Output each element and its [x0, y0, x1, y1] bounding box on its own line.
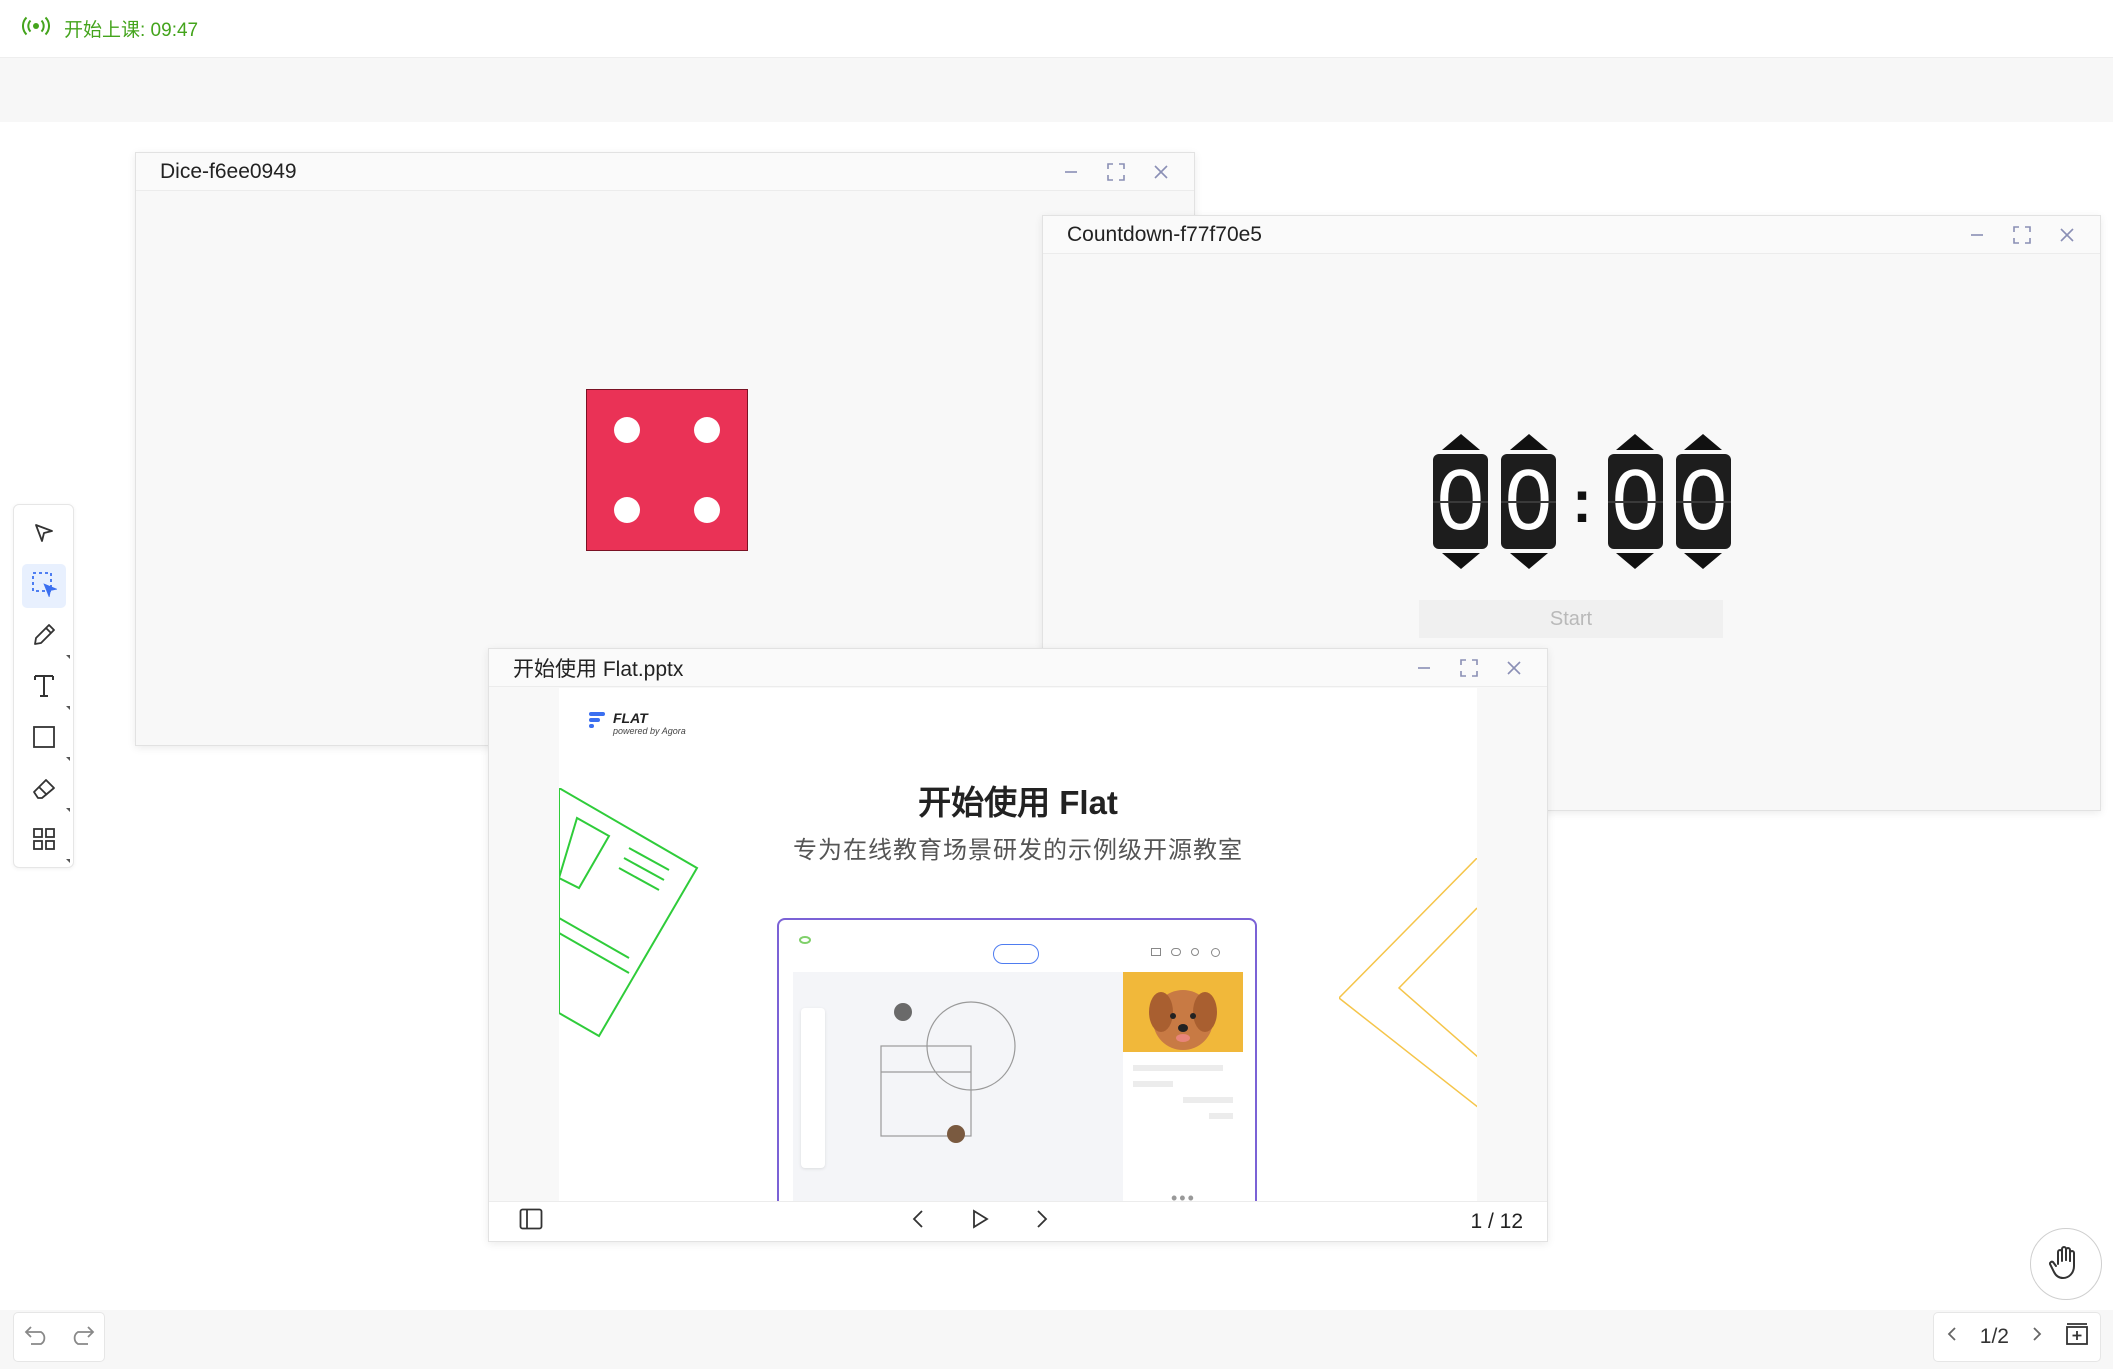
decrement-arrow-icon[interactable] — [1509, 553, 1548, 569]
text-icon — [32, 673, 56, 704]
undo-icon[interactable] — [23, 1324, 51, 1351]
countdown-digit: 0 — [1607, 454, 1663, 549]
window-title: Countdown-f77f70e5 — [1067, 222, 1262, 246]
preview-gear-icon — [1211, 948, 1220, 957]
preview-video-tile — [1123, 972, 1243, 1052]
broadcast-icon — [22, 16, 50, 42]
dog-photo — [1149, 990, 1217, 1050]
dice-pip — [614, 497, 640, 523]
countdown-window-titlebar[interactable]: Countdown-f77f70e5 — [1043, 216, 2100, 254]
preview-user-icon — [1191, 948, 1199, 956]
preview-board — [793, 972, 1123, 1207]
bottom-bar — [0, 1310, 2113, 1369]
text-tool[interactable] — [22, 666, 70, 710]
class-status: 开始上课: 09:47 — [22, 15, 198, 42]
countdown-separator: : — [1572, 468, 1592, 535]
countdown-digit: 0 — [1675, 454, 1731, 549]
preview-chat-lines — [1133, 1065, 1233, 1119]
countdown-display: 0 0 : 0 0 — [1433, 434, 1731, 569]
next-slide-icon[interactable] — [1031, 1208, 1051, 1235]
pointer-icon — [32, 521, 56, 550]
apps-tool[interactable] — [22, 819, 70, 863]
undo-redo-group — [13, 1312, 105, 1362]
increment-arrow-icon[interactable] — [1441, 434, 1480, 450]
dice-pip — [614, 417, 640, 443]
preview-pen-icon — [993, 944, 1039, 964]
app-preview: ••• — [777, 918, 1257, 1207]
raise-hand-icon — [2046, 1242, 2086, 1287]
digit-column: 0 — [1675, 434, 1731, 569]
decrement-arrow-icon[interactable] — [1616, 553, 1655, 569]
dice-pip — [694, 497, 720, 523]
eraser-tool[interactable] — [22, 768, 70, 812]
pencil-tool[interactable] — [22, 615, 70, 659]
slide-page-total: / 12 — [1487, 1209, 1523, 1233]
apps-grid-icon — [32, 827, 56, 856]
redo-icon[interactable] — [68, 1324, 96, 1351]
page-pager: 1/2 — [1933, 1312, 2101, 1362]
preview-shapes — [880, 1001, 1016, 1143]
increment-arrow-icon[interactable] — [1509, 434, 1548, 450]
slide-page-indicator: 1 / 12 — [1470, 1210, 1523, 1234]
prev-page-icon[interactable] — [1945, 1325, 1959, 1349]
increment-arrow-icon[interactable] — [1616, 434, 1655, 450]
slides-footer: 1 / 12 — [489, 1201, 1547, 1241]
brand-subtitle: powered by Agora — [613, 726, 686, 736]
close-icon[interactable] — [2058, 226, 2076, 244]
pointer-tool[interactable] — [22, 513, 66, 557]
preview-broadcast-icon — [799, 936, 811, 944]
prev-slide-icon[interactable] — [909, 1208, 929, 1235]
dice-face[interactable] — [586, 389, 748, 551]
eraser-icon — [31, 776, 57, 805]
maximize-icon[interactable] — [1106, 162, 1126, 182]
preview-camera-icon — [1151, 948, 1161, 956]
window-title: 开始使用 Flat.pptx — [513, 657, 684, 681]
digit-column: 0 — [1501, 434, 1556, 569]
preview-topbar — [779, 920, 1255, 970]
flat-logo-icon — [589, 712, 605, 728]
play-icon[interactable] — [969, 1208, 991, 1235]
rectangle-tool[interactable] — [22, 717, 70, 761]
page-indicator: 1/2 — [1979, 1325, 2009, 1348]
maximize-icon[interactable] — [1459, 658, 1479, 678]
dice-window-titlebar[interactable]: Dice-f6ee0949 — [136, 153, 1194, 191]
raise-hand-button[interactable] — [2030, 1228, 2102, 1300]
countdown-digit: 0 — [1501, 454, 1556, 549]
slides-window-titlebar[interactable]: 开始使用 Flat.pptx — [489, 649, 1547, 687]
orange-decoration — [1339, 858, 1477, 1108]
add-page-icon[interactable] — [2065, 1322, 2089, 1352]
class-timer-label: 开始上课: 09:47 — [64, 20, 199, 41]
secondary-bar — [0, 58, 2113, 122]
maximize-icon[interactable] — [2012, 225, 2032, 245]
digit-column: 0 — [1607, 434, 1663, 569]
close-icon[interactable] — [1152, 163, 1170, 181]
preview-cloud-icon — [1171, 948, 1181, 956]
top-bar: 开始上课: 09:47 — [0, 0, 2113, 58]
selector-icon — [31, 571, 58, 602]
dice-pip — [694, 417, 720, 443]
whiteboard-toolbar — [13, 504, 74, 868]
minimize-icon[interactable] — [1062, 163, 1080, 181]
minimize-icon[interactable] — [1415, 659, 1433, 677]
digit-column: 0 — [1433, 434, 1488, 569]
close-icon[interactable] — [1505, 659, 1523, 677]
rectangle-icon — [32, 725, 56, 754]
decrement-arrow-icon[interactable] — [1441, 553, 1480, 569]
countdown-digit: 0 — [1433, 454, 1488, 549]
sidebar-toggle-icon[interactable] — [519, 1208, 543, 1235]
increment-arrow-icon[interactable] — [1684, 434, 1723, 450]
flat-logo: FLAT powered by Agora — [587, 710, 686, 736]
minimize-icon[interactable] — [1968, 226, 1986, 244]
pencil-icon — [31, 622, 57, 653]
brand-name: FLAT — [613, 710, 648, 726]
next-page-icon[interactable] — [2030, 1325, 2044, 1349]
slides-window[interactable]: 开始使用 Flat.pptx FLAT powered by Agora 开始使… — [488, 648, 1548, 1242]
start-button[interactable]: Start — [1419, 600, 1723, 638]
window-title: Dice-f6ee0949 — [160, 159, 297, 183]
selector-tool[interactable] — [21, 564, 66, 608]
green-decoration — [559, 788, 699, 1038]
decrement-arrow-icon[interactable] — [1684, 553, 1723, 569]
slide-page-current[interactable]: 1 — [1470, 1210, 1482, 1233]
slide-canvas: FLAT powered by Agora 开始使用 Flat 专为在线教育场景… — [559, 688, 1477, 1207]
